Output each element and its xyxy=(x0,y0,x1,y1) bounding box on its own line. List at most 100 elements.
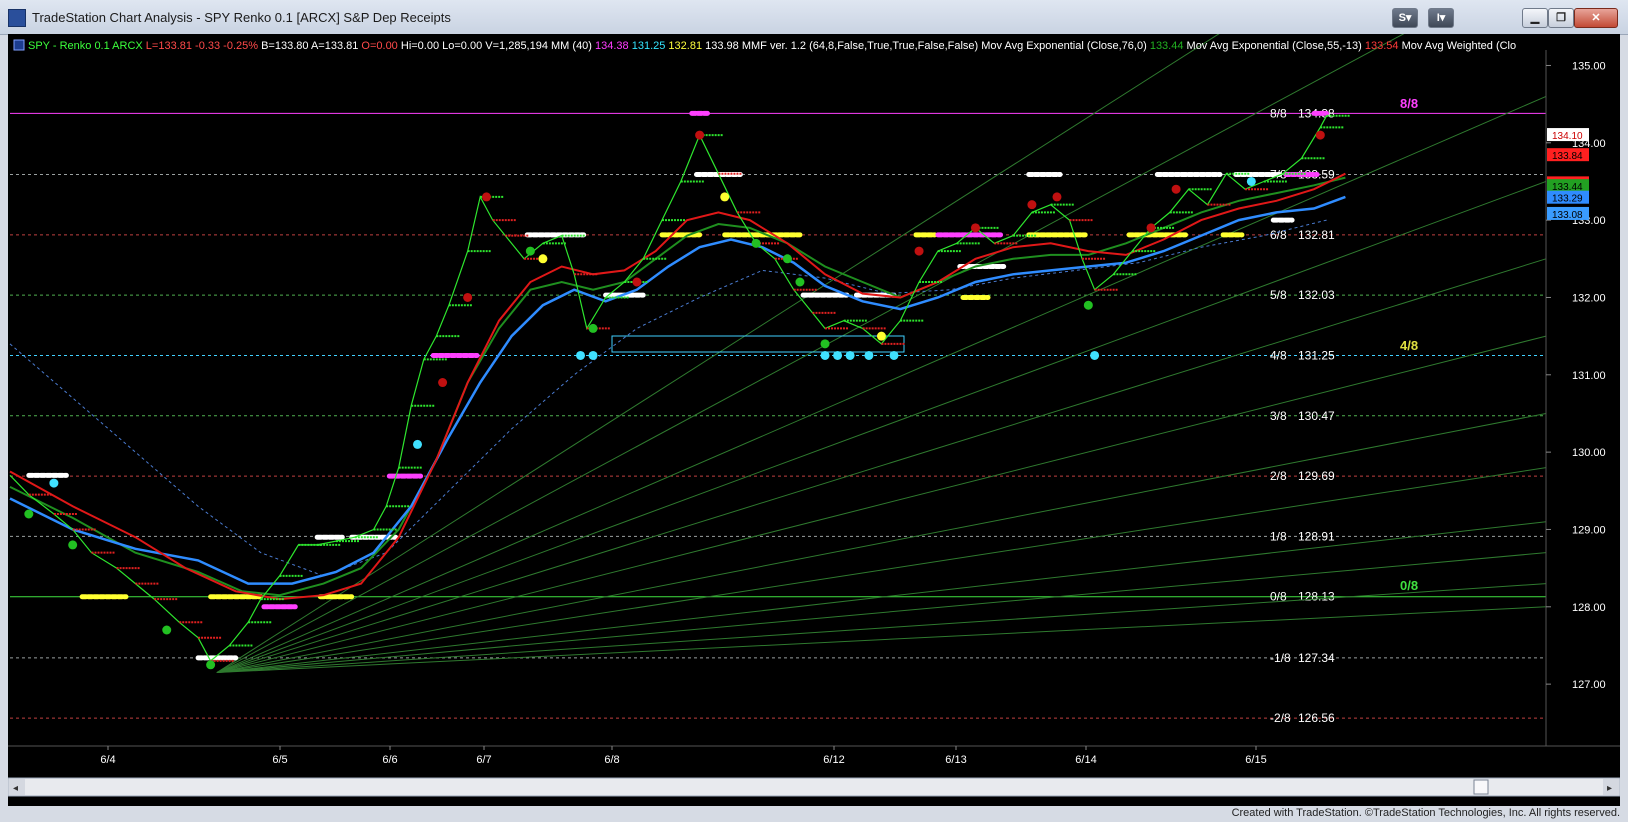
signal-dot xyxy=(695,130,705,140)
level-value: 131.25 xyxy=(1298,348,1335,362)
signal-dot xyxy=(864,350,874,360)
price-tick-label: 129.00 xyxy=(1572,524,1606,536)
price-tick-label: 130.00 xyxy=(1572,447,1606,459)
status-field: L=133.81 -0.33 -0.25% xyxy=(143,40,258,52)
level-value: 132.03 xyxy=(1298,288,1335,302)
level-value: 128.91 xyxy=(1298,529,1335,543)
signal-dot xyxy=(588,323,598,333)
zone-label: 4/8 xyxy=(1400,338,1418,353)
chart-window[interactable]: 8/8134.387/8133.596/8132.815/8132.034/81… xyxy=(7,0,1621,806)
s-menu-button[interactable]: S▾ xyxy=(1392,8,1418,28)
footer: Created with TradeStation. ©TradeStation… xyxy=(0,806,1628,822)
time-tick-label: 6/7 xyxy=(476,754,491,766)
signal-dot xyxy=(463,292,473,302)
status-field: Mov Avg Exponential (Close,55,-13) xyxy=(1183,40,1361,52)
i-button-label: I xyxy=(1436,12,1440,24)
horizontal-scrollbar[interactable]: ◂ ▸ xyxy=(7,777,1621,797)
status-field: MMF ver. 1.2 (64,8,False,True,True,False… xyxy=(739,40,978,52)
maximize-icon: ❐ xyxy=(1556,12,1566,24)
close-button[interactable]: ✕ xyxy=(1574,8,1618,28)
price-tag-label: 133.08 xyxy=(1552,210,1583,221)
price-tick-label: 131.00 xyxy=(1572,370,1606,382)
time-tick-label: 6/5 xyxy=(272,754,287,766)
level-label: 1/8 xyxy=(1270,529,1287,543)
signal-dot xyxy=(162,625,172,635)
time-tick-label: 6/13 xyxy=(945,754,966,766)
scroll-left-icon: ◂ xyxy=(13,783,18,794)
level-label: 6/8 xyxy=(1270,228,1287,242)
level-label: -2/8 xyxy=(1270,711,1291,725)
level-value: 127.34 xyxy=(1298,651,1335,665)
signal-dot xyxy=(720,192,730,202)
signal-dot xyxy=(914,246,924,256)
scroll-thumb[interactable] xyxy=(1473,779,1489,795)
level-value: 129.69 xyxy=(1298,469,1335,483)
s-button-label: S xyxy=(1398,12,1406,24)
status-field: O=0.00 xyxy=(358,40,397,52)
signal-dot xyxy=(588,350,598,360)
level-label: 8/8 xyxy=(1270,106,1287,120)
level-value: 126.56 xyxy=(1298,711,1335,725)
status-field: 133.98 xyxy=(702,40,739,52)
level-value: 128.13 xyxy=(1298,590,1335,604)
signal-dot xyxy=(438,378,448,388)
signal-dot xyxy=(876,331,886,341)
signal-dot xyxy=(206,660,216,670)
status-field: 132.81 xyxy=(665,40,702,52)
signal-dot xyxy=(1171,184,1181,194)
status-field: 133.44 xyxy=(1147,40,1184,52)
price-tag-label: 133.29 xyxy=(1552,194,1583,205)
signal-dot xyxy=(845,350,855,360)
signal-dot xyxy=(525,246,535,256)
maximize-button[interactable]: ❐ xyxy=(1548,8,1574,28)
level-label: 4/8 xyxy=(1270,348,1287,362)
copyright-text: Created with TradeStation. ©TradeStation… xyxy=(1231,807,1620,819)
level-label: 3/8 xyxy=(1270,409,1287,423)
status-field: 131.25 xyxy=(629,40,666,52)
status-field: 133.54 xyxy=(1362,40,1399,52)
signal-dot xyxy=(632,277,642,287)
zone-label: 8/8 xyxy=(1400,96,1418,111)
status-text: SPY - Renko 0.1 ARCX L=133.81 -0.33 -0.2… xyxy=(28,40,1516,52)
chart-background xyxy=(8,34,1620,806)
status-menu-icon[interactable] xyxy=(13,39,25,51)
time-tick-label: 6/8 xyxy=(604,754,619,766)
time-tick-label: 6/4 xyxy=(100,754,115,766)
signal-dot xyxy=(795,277,805,287)
signal-dot xyxy=(751,238,761,248)
scroll-right-icon: ▸ xyxy=(1607,783,1612,794)
status-field: 134.38 xyxy=(592,40,629,52)
signal-dot xyxy=(1027,200,1037,210)
price-tick-label: 127.00 xyxy=(1572,679,1606,691)
app-icon xyxy=(8,9,26,27)
signal-dot xyxy=(49,478,59,488)
title-bar: TradeStation Chart Analysis - SPY Renko … xyxy=(0,0,1628,35)
time-tick-label: 6/6 xyxy=(382,754,397,766)
signal-dot xyxy=(889,350,899,360)
status-field: SPY - Renko 0.1 ARCX xyxy=(28,40,143,52)
signal-dot xyxy=(820,339,830,349)
price-tag-label: 134.10 xyxy=(1552,131,1583,142)
signal-dot xyxy=(1090,350,1100,360)
time-tick-label: 6/14 xyxy=(1075,754,1096,766)
price-tick-label: 135.00 xyxy=(1572,60,1606,72)
status-field: Mov Avg Weighted (Clo xyxy=(1399,40,1517,52)
signal-dot xyxy=(820,350,830,360)
window-title: TradeStation Chart Analysis - SPY Renko … xyxy=(32,10,451,25)
zone-label: 0/8 xyxy=(1400,578,1418,593)
i-menu-button[interactable]: I▾ xyxy=(1428,8,1454,28)
time-tick-label: 6/15 xyxy=(1245,754,1266,766)
signal-dot xyxy=(576,350,586,360)
minimize-icon: ▁ xyxy=(1530,12,1540,24)
signal-dot xyxy=(24,509,34,519)
close-icon: ✕ xyxy=(1591,12,1601,24)
minimize-button[interactable]: ▁ xyxy=(1522,8,1548,28)
time-tick-label: 6/12 xyxy=(823,754,844,766)
signal-dot xyxy=(538,254,548,264)
signal-dot xyxy=(413,439,423,449)
signal-dot xyxy=(68,540,78,550)
price-chart[interactable]: 8/8134.387/8133.596/8132.815/8132.034/81… xyxy=(7,0,1621,806)
signal-dot xyxy=(481,192,491,202)
signal-dot xyxy=(782,254,792,264)
level-value: 130.47 xyxy=(1298,409,1335,423)
